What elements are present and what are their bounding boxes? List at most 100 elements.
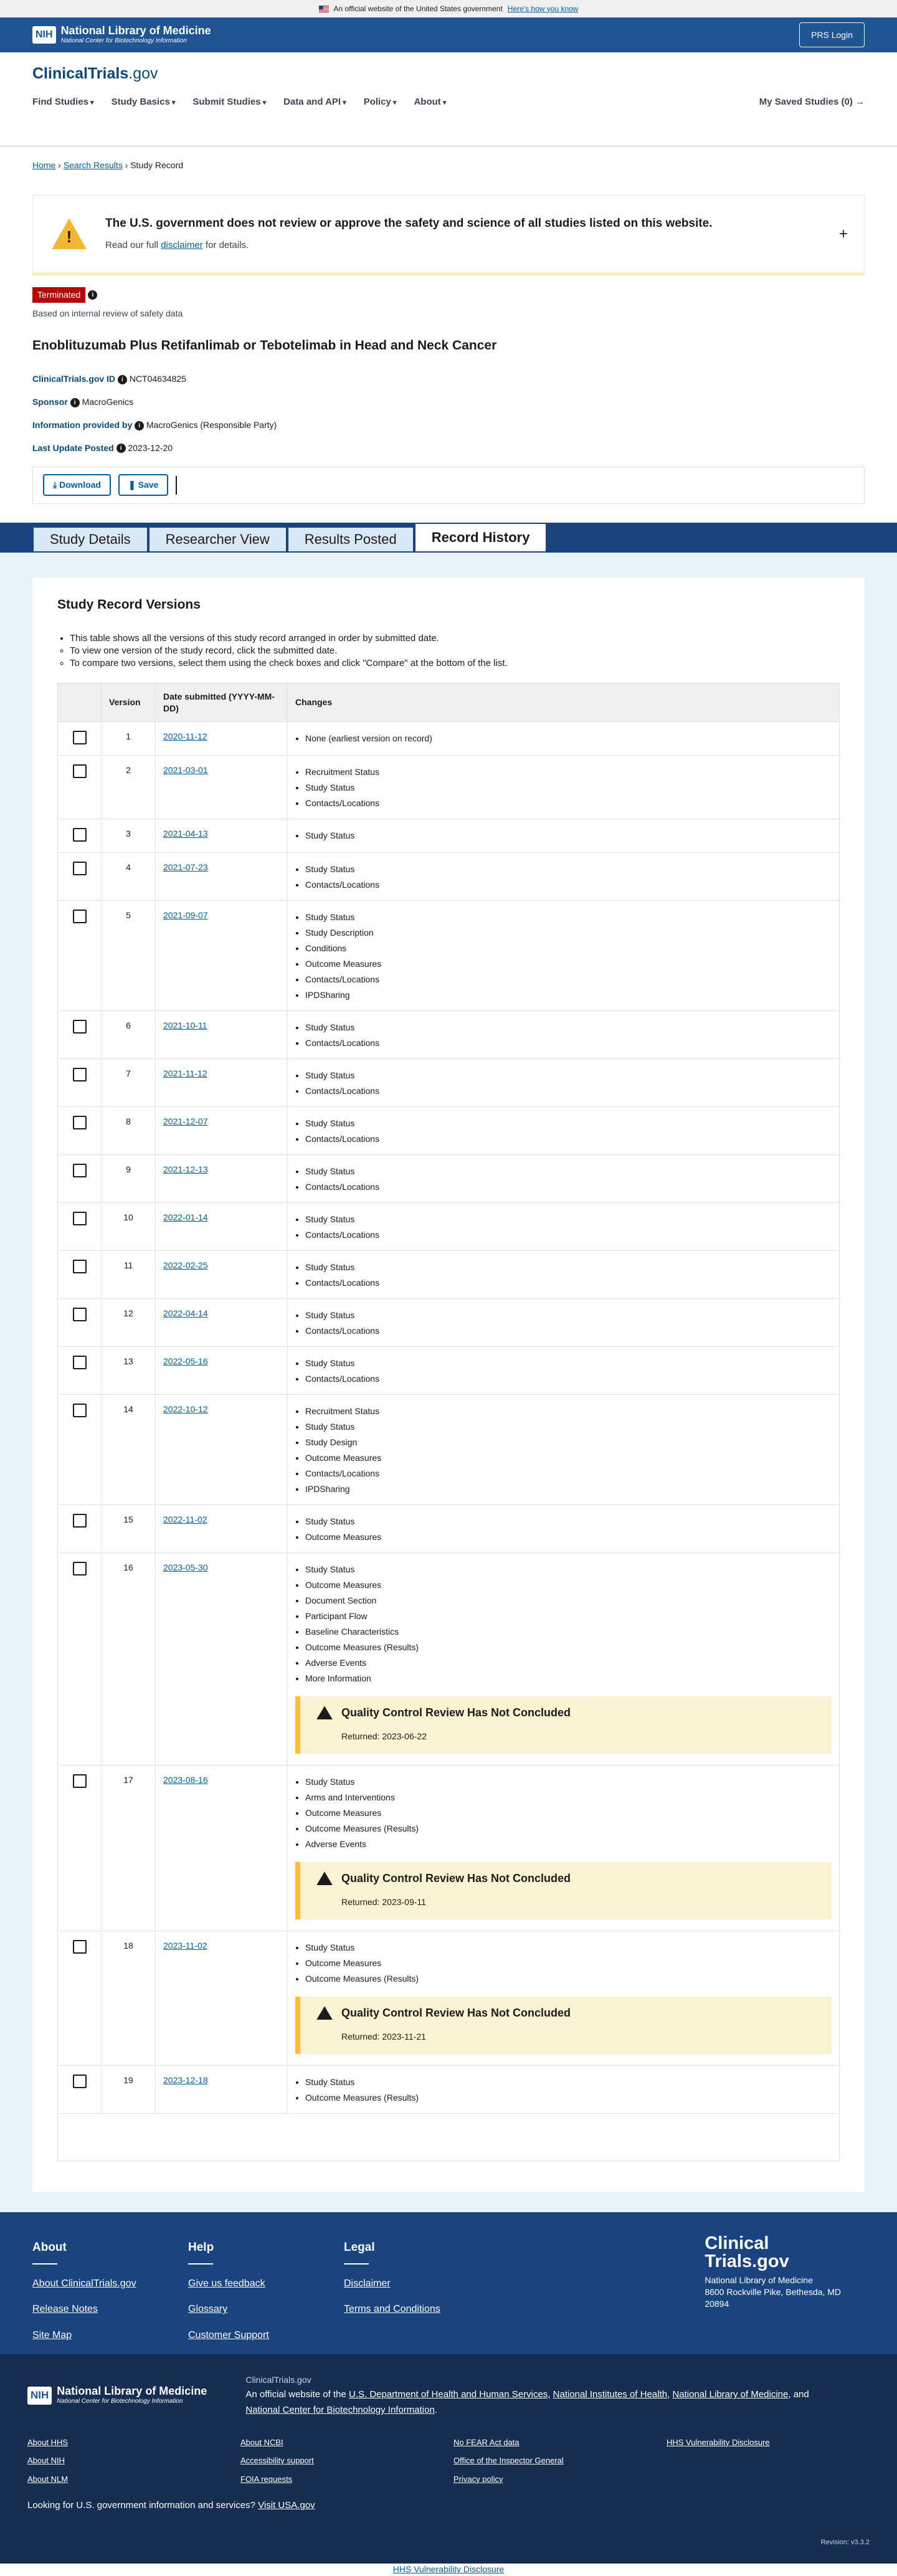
version-checkbox[interactable] (72, 1116, 87, 1130)
link-about-nih[interactable]: About NIH (27, 2455, 240, 2466)
clinicaltrials-logo[interactable]: ClinicalTrials.gov (32, 64, 865, 85)
footer-nlm-logo[interactable]: NIH National Library of Medicine Nationa… (27, 2373, 207, 2418)
select-cell (57, 1058, 102, 1108)
nih-link[interactable]: National Institutes of Health (553, 2389, 667, 2400)
version-number: 5 (101, 900, 156, 1012)
info-icon[interactable]: i (117, 374, 127, 384)
footer-logo[interactable]: Clinical Trials.gov (705, 2235, 841, 2271)
tab-results-posted[interactable]: Results Posted (287, 526, 414, 553)
date-cell: 2023-05-30 (155, 1552, 288, 1766)
nav-policy[interactable]: Policy (364, 96, 397, 108)
changes-cell: Study StatusArms and InterventionsOutcom… (287, 1765, 840, 1932)
version-date-link[interactable]: 2022-10-12 (163, 1404, 208, 1414)
version-checkbox[interactable] (72, 1404, 87, 1418)
version-date-link[interactable]: 2021-12-07 (163, 1116, 208, 1126)
download-button[interactable]: ⤓ Download (43, 474, 111, 497)
nav-data-api[interactable]: Data and API (283, 96, 346, 108)
change-item: Contacts/Locations (305, 796, 832, 811)
link-accessibility[interactable]: Accessibility support (240, 2455, 453, 2466)
change-item: Outcome Measures (305, 956, 832, 972)
version-checkbox[interactable] (72, 1774, 87, 1789)
version-checkbox[interactable] (72, 828, 87, 842)
version-checkbox[interactable] (72, 1020, 87, 1034)
version-checkbox[interactable] (72, 2075, 87, 2089)
footer-link-glossary[interactable]: Glossary (188, 2303, 344, 2316)
version-date-link[interactable]: 2021-10-11 (163, 1020, 207, 1030)
breadcrumb-home[interactable]: Home (32, 160, 55, 170)
qc-alert: Quality Control Review Has Not Concluded… (295, 1862, 832, 1920)
version-checkbox[interactable] (72, 1356, 87, 1370)
info-icon[interactable]: i (70, 397, 80, 407)
version-date-link[interactable]: 2022-11-02 (163, 1514, 207, 1524)
link-about-nlm[interactable]: About NLM (27, 2474, 240, 2485)
my-saved-studies-link[interactable]: My Saved Studies (0) → (759, 96, 865, 108)
nav-submit-studies[interactable]: Submit Studies (192, 96, 266, 108)
version-checkbox[interactable] (72, 764, 87, 779)
version-checkbox[interactable] (72, 1308, 87, 1322)
version-date-link[interactable]: 2021-09-07 (163, 910, 208, 920)
version-checkbox[interactable] (72, 1562, 87, 1576)
heres-how-you-know-link[interactable]: Here's how you know (508, 4, 579, 14)
version-date-link[interactable]: 2021-11-12 (163, 1068, 207, 1078)
link-hhs-vuln[interactable]: HHS Vulnerability Disclosure (667, 2437, 880, 2448)
version-checkbox[interactable] (72, 1068, 87, 1082)
version-checkbox[interactable] (72, 1260, 87, 1274)
version-date-link[interactable]: 2021-04-13 (163, 829, 208, 839)
prs-login-button[interactable]: PRS Login (799, 22, 865, 47)
nav-study-basics[interactable]: Study Basics (112, 96, 176, 108)
version-date-link[interactable]: 2021-12-13 (163, 1164, 208, 1174)
version-date-link[interactable]: 2022-01-14 (163, 1212, 208, 1222)
link-about-hhs[interactable]: About HHS (27, 2437, 240, 2448)
tab-researcher-view[interactable]: Researcher View (148, 526, 287, 553)
disclaimer-title: The U.S. government does not review or a… (105, 217, 713, 231)
version-checkbox[interactable] (72, 910, 87, 924)
breadcrumb-search-results[interactable]: Search Results (64, 160, 123, 170)
version-date-link[interactable]: 2023-05-30 (163, 1562, 208, 1572)
version-date-link[interactable]: 2022-04-14 (163, 1308, 208, 1318)
footer-link-release-notes[interactable]: Release Notes (32, 2303, 188, 2316)
link-foia[interactable]: FOIA requests (240, 2474, 453, 2485)
version-date-link[interactable]: 2023-08-16 (163, 1775, 208, 1785)
footer-link-feedback[interactable]: Give us feedback (188, 2277, 344, 2291)
version-checkbox[interactable] (72, 1514, 87, 1528)
version-checkbox[interactable] (72, 731, 87, 745)
version-date-link[interactable]: 2022-05-16 (163, 1356, 208, 1366)
version-checkbox[interactable] (72, 1164, 87, 1178)
info-icon[interactable]: i (88, 290, 98, 300)
nav-find-studies[interactable]: Find Studies (32, 96, 94, 108)
version-date-link[interactable]: 2021-07-23 (163, 862, 208, 872)
info-icon[interactable]: i (135, 421, 145, 430)
expand-plus-icon[interactable]: + (839, 224, 848, 244)
tab-study-details[interactable]: Study Details (32, 526, 148, 553)
version-checkbox[interactable] (72, 1212, 87, 1226)
link-about-ncbi[interactable]: About NCBI (240, 2437, 453, 2448)
ncbi-link[interactable]: National Center for Biotechnology Inform… (245, 2405, 435, 2415)
nlm-link[interactable]: National Library of Medicine (672, 2389, 788, 2400)
usa-gov-link[interactable]: Visit USA.gov (258, 2500, 315, 2511)
link-no-fear[interactable]: No FEAR Act data (453, 2437, 667, 2448)
save-button[interactable]: ❚ Save (118, 474, 169, 497)
breadcrumb-current: Study Record (130, 160, 184, 170)
nav-about[interactable]: About (414, 96, 446, 108)
footer-link-site-map[interactable]: Site Map (32, 2329, 188, 2342)
version-date-link[interactable]: 2023-11-02 (163, 1941, 207, 1951)
version-date-link[interactable]: 2020-11-12 (163, 731, 207, 741)
footer-link-disclaimer[interactable]: Disclaimer (344, 2277, 500, 2291)
link-privacy[interactable]: Privacy policy (453, 2474, 667, 2485)
bottom-hhs-vuln-link[interactable]: HHS Vulnerability Disclosure (393, 2564, 504, 2574)
version-checkbox[interactable] (72, 1940, 87, 1954)
tab-record-history[interactable]: Record History (414, 522, 548, 553)
version-date-link[interactable]: 2023-12-18 (163, 2075, 208, 2085)
footer-link-about[interactable]: About ClinicalTrials.gov (32, 2277, 188, 2291)
version-checkbox[interactable] (72, 862, 87, 876)
footer-link-support[interactable]: Customer Support (188, 2329, 344, 2342)
footer-ctg-label: ClinicalTrials.gov (245, 2375, 311, 2385)
disclaimer-link[interactable]: disclaimer (161, 240, 203, 250)
info-icon[interactable]: i (116, 444, 126, 454)
version-date-link[interactable]: 2022-02-25 (163, 1260, 208, 1270)
hhs-link[interactable]: U.S. Department of Health and Human Serv… (349, 2389, 548, 2400)
version-date-link[interactable]: 2021-03-01 (163, 765, 208, 775)
link-oig[interactable]: Office of the Inspector General (453, 2455, 667, 2466)
nlm-logo[interactable]: NIH National Library of Medicine Nationa… (32, 24, 211, 45)
footer-link-terms[interactable]: Terms and Conditions (344, 2303, 500, 2316)
